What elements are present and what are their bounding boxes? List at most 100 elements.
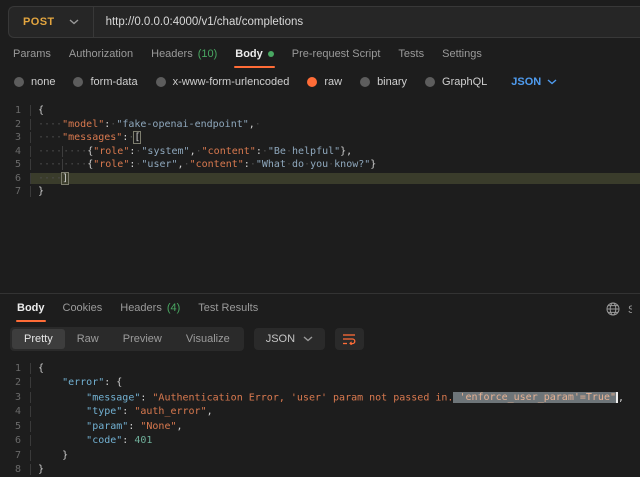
code-segment: "role" xyxy=(93,159,129,170)
response-headers-count: (4) xyxy=(167,302,180,314)
response-tabs: Body Cookies Headers(4) Test Results St xyxy=(0,294,640,322)
code-segment: ···· xyxy=(38,119,62,130)
response-body-editor[interactable]: 1{2 "error": {3 "message": "Authenticati… xyxy=(0,356,640,477)
code-segment: "content" xyxy=(190,159,244,170)
line-number: 2 xyxy=(0,377,30,388)
tab-body[interactable]: Body xyxy=(226,42,283,68)
code-segment: "What xyxy=(256,159,286,170)
code-line: 4 "type": "auth_error", xyxy=(0,405,640,420)
code-segment xyxy=(38,377,62,388)
request-language-dropdown[interactable]: JSON xyxy=(511,76,557,88)
code-segment: "error" xyxy=(62,377,104,388)
mode-binary[interactable]: binary xyxy=(360,76,407,88)
mode-form-data[interactable]: form-data xyxy=(73,76,137,88)
mode-raw[interactable]: raw xyxy=(307,76,342,88)
mode-x-www-form-urlencoded[interactable]: x-www-form-urlencoded xyxy=(156,76,290,88)
request-tabs: Params Authorization Headers(10) Body Pr… xyxy=(0,38,640,68)
radio-icon xyxy=(73,77,83,87)
code-line: 1{ xyxy=(0,361,640,376)
radio-icon xyxy=(425,77,435,87)
view-raw[interactable]: Raw xyxy=(65,329,111,349)
code-segment: "role" xyxy=(93,146,129,157)
line-number: 8 xyxy=(0,464,30,475)
code-segment: , xyxy=(177,421,183,432)
code-segment: "code" xyxy=(86,435,122,446)
wrap-line-button[interactable] xyxy=(335,328,364,350)
code-line: 2 "error": { xyxy=(0,376,640,391)
request-body-editor[interactable]: 1{2····"model":·"fake-openai-endpoint",·… xyxy=(0,96,640,293)
code-segment: [ xyxy=(134,132,140,143)
code-segment: , xyxy=(207,406,213,417)
code-segment: } xyxy=(62,450,68,461)
line-number: 2 xyxy=(0,119,30,130)
radio-icon xyxy=(156,77,166,87)
tab-authorization[interactable]: Authorization xyxy=(60,42,142,68)
wrap-line-icon xyxy=(342,333,357,345)
method-selector[interactable]: POST xyxy=(9,7,93,37)
code-segment: "user" xyxy=(141,159,177,170)
code-segment: ···· xyxy=(38,173,62,184)
view-pretty[interactable]: Pretty xyxy=(12,329,65,349)
response-tab-cookies[interactable]: Cookies xyxy=(54,296,112,322)
line-number: 6 xyxy=(0,173,30,184)
code-segment xyxy=(38,421,86,432)
response-tab-body[interactable]: Body xyxy=(8,296,54,322)
code-segment: do xyxy=(292,159,304,170)
code-line: 4········{"role":·"system",·"content":·"… xyxy=(0,145,640,159)
line-number: 3 xyxy=(0,132,30,143)
code-segment: : xyxy=(122,435,134,446)
code-segment: , xyxy=(618,392,624,403)
line-number: 6 xyxy=(0,435,30,446)
code-segment: "Be xyxy=(268,146,286,157)
tab-params[interactable]: Params xyxy=(4,42,60,68)
mode-none[interactable]: none xyxy=(14,76,55,88)
view-preview[interactable]: Preview xyxy=(111,329,174,349)
tab-tests[interactable]: Tests xyxy=(389,42,433,68)
mode-graphql[interactable]: GraphQL xyxy=(425,76,487,88)
view-visualize[interactable]: Visualize xyxy=(174,329,242,349)
tab-headers[interactable]: Headers(10) xyxy=(142,42,226,68)
code-segment: : xyxy=(140,392,152,403)
tab-pre-request-script[interactable]: Pre-request Script xyxy=(283,42,390,68)
response-tab-test-results[interactable]: Test Results xyxy=(189,296,267,322)
code-segment: "message" xyxy=(86,392,140,403)
response-tab-headers[interactable]: Headers(4) xyxy=(111,296,189,322)
code-line: 3····"messages":·[ xyxy=(0,131,640,145)
line-number: 7 xyxy=(0,186,30,197)
code-line: 6 "code": 401 xyxy=(0,434,640,449)
code-segment: : xyxy=(122,406,134,417)
line-number: 4 xyxy=(0,146,30,157)
code-segment: know?" xyxy=(334,159,370,170)
line-number: 7 xyxy=(0,450,30,461)
code-segment: } xyxy=(370,159,376,170)
line-number: 1 xyxy=(0,105,30,116)
line-number: 1 xyxy=(0,363,30,374)
body-modified-dot xyxy=(268,51,274,57)
code-line: 1{ xyxy=(0,104,640,118)
tab-settings[interactable]: Settings xyxy=(433,42,491,68)
code-segment: "type" xyxy=(86,406,122,417)
url-input[interactable]: http://0.0.0.0:4000/v1/chat/completions xyxy=(94,16,640,28)
code-line: 6····] xyxy=(0,172,640,186)
line-number: 3 xyxy=(0,392,30,403)
response-language-dropdown[interactable]: JSON xyxy=(254,328,325,350)
line-number: 5 xyxy=(0,159,30,170)
response-controls: Pretty Raw Preview Visualize JSON xyxy=(0,322,640,356)
code-segment: { xyxy=(38,105,44,116)
code-segment: ···· xyxy=(62,146,87,157)
code-segment: 'enforce_user_param'=True" xyxy=(453,392,616,403)
code-segment: } xyxy=(38,186,44,197)
network-globe-icon[interactable] xyxy=(606,302,620,316)
radio-icon xyxy=(360,77,370,87)
code-segment: { xyxy=(38,363,44,374)
code-segment: "None" xyxy=(140,421,176,432)
method-label: POST xyxy=(23,16,55,28)
code-segment: : xyxy=(128,421,140,432)
code-segment: · xyxy=(255,119,261,130)
code-segment: "auth_error" xyxy=(134,406,206,417)
code-segment: "Authentication Error, 'user' param not … xyxy=(152,392,453,403)
code-segment: "content" xyxy=(202,146,256,157)
clipped-status-text: St xyxy=(628,304,632,316)
code-segment: "messages" xyxy=(62,132,122,143)
code-segment: "param" xyxy=(86,421,128,432)
